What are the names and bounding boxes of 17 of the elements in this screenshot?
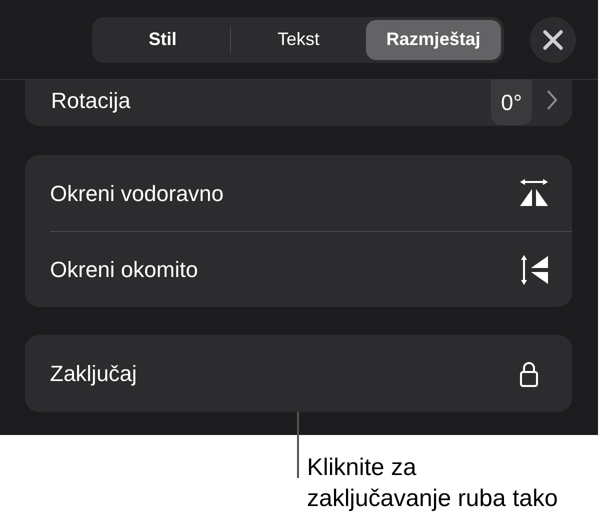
tab[interactable]: Tekst [231,20,366,60]
close-icon [543,30,563,50]
flip-label[interactable]: Okreni vodoravno [50,176,518,210]
flip-horizontal-icon [518,178,550,208]
tab[interactable]: Stil [95,20,230,60]
chevron-right-icon [546,89,558,111]
tab[interactable]: Razmještaj [366,20,501,60]
lock-row[interactable]: Zaključaj [25,335,572,412]
close-button[interactable] [530,16,576,62]
flip-vertical-icon [520,254,550,286]
callout-text: Kliknite za zaključavanje ruba tako [307,453,558,514]
flip-label[interactable]: Okreni okomito [50,253,520,286]
lock-icon [520,360,538,386]
rotation-row[interactable]: Rotacija 0° [25,80,572,126]
rotation-value[interactable]: 0° [490,79,532,125]
rotation-label: Rotacija [51,86,132,115]
leader-line [297,412,299,478]
